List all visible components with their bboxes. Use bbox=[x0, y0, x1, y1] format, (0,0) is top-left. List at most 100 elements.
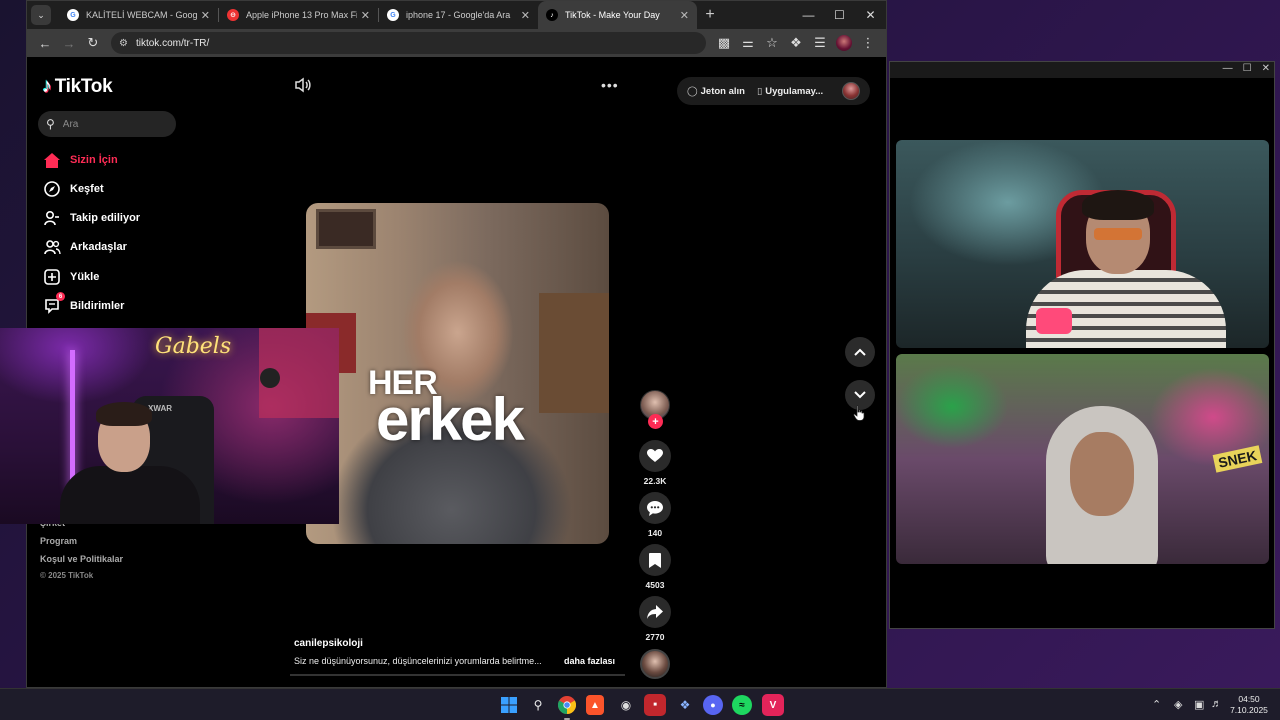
clock-time: 04:50 bbox=[1238, 694, 1260, 704]
comment-icon bbox=[647, 500, 663, 516]
notifications-icon: 6 bbox=[43, 292, 65, 315]
search-icon[interactable]: ⚲ bbox=[527, 694, 549, 716]
window-controls: — ☐ ✕ bbox=[1223, 63, 1270, 74]
nav-following[interactable]: Takip ediliyor bbox=[43, 209, 140, 227]
neon-sign: Gabels bbox=[155, 334, 232, 359]
close-window-icon[interactable]: ✕ bbox=[855, 1, 886, 29]
close-icon[interactable]: ✕ bbox=[521, 9, 530, 22]
like-button[interactable] bbox=[639, 440, 671, 472]
valorant-icon[interactable]: V bbox=[762, 694, 784, 716]
volume-icon[interactable]: ♬ bbox=[1211, 698, 1222, 710]
speaker-icon bbox=[295, 77, 311, 93]
brave-icon[interactable]: ▲ bbox=[586, 695, 604, 715]
notification-badge: 6 bbox=[56, 292, 65, 301]
video-author[interactable]: canilepsikoloji bbox=[294, 638, 363, 649]
nav-label: Yükle bbox=[70, 271, 100, 283]
minimize-icon[interactable]: — bbox=[793, 1, 824, 29]
streamer-body bbox=[60, 466, 200, 524]
app-icon-red[interactable]: ■ bbox=[644, 694, 666, 716]
display-icon[interactable]: ▣ bbox=[1194, 698, 1204, 711]
webcam-overlay-left: Gabels XWAR bbox=[0, 328, 339, 524]
spotify-icon[interactable]: ≈ bbox=[732, 695, 752, 715]
tab-strip: ⌄ G KALİTELİ WEBCAM - Google'da Ara ✕ ⊖ … bbox=[27, 1, 886, 29]
tab-2[interactable]: G iphone 17 - Google'da Ara ✕ bbox=[379, 1, 538, 29]
phone-icon: ▯ bbox=[756, 85, 763, 97]
nav-notifications[interactable]: 6 Bildirimler bbox=[43, 292, 125, 315]
network-app-icon[interactable]: ❖ bbox=[674, 694, 696, 716]
toolbar-actions: ▩ ⚌ ☆ ❖ ☰ ⋮ bbox=[712, 31, 880, 55]
bookmark-star-icon[interactable]: ☆ bbox=[760, 31, 784, 55]
nav-label: Bildirimler bbox=[70, 300, 125, 312]
tab-title: TikTok - Make Your Day bbox=[565, 10, 660, 20]
heart-icon bbox=[647, 449, 663, 462]
profile-avatar[interactable] bbox=[836, 35, 852, 51]
minimize-icon[interactable]: — bbox=[1223, 63, 1233, 74]
back-icon[interactable]: ← bbox=[33, 31, 57, 55]
clock[interactable]: 04:50 7.10.2025 bbox=[1224, 694, 1274, 716]
more-options-icon[interactable]: ••• bbox=[601, 77, 619, 93]
new-tab-button[interactable]: + bbox=[697, 6, 723, 24]
translate-icon[interactable]: ⚌ bbox=[736, 31, 760, 55]
video-player[interactable]: HER erkek bbox=[306, 203, 609, 544]
comment-button[interactable] bbox=[639, 492, 671, 524]
maximize-icon[interactable]: ☐ bbox=[1243, 63, 1252, 74]
menu-kebab-icon[interactable]: ⋮ bbox=[856, 31, 880, 55]
maximize-icon[interactable]: ☐ bbox=[824, 1, 855, 29]
music-disc[interactable] bbox=[640, 649, 670, 679]
microphone-icon[interactable]: ◈ bbox=[1174, 698, 1182, 711]
tiktok-note-icon: ♪ bbox=[42, 75, 52, 97]
close-icon[interactable]: ✕ bbox=[201, 9, 210, 22]
footer-link-policies[interactable]: Koşul ve Politikalar bbox=[40, 554, 123, 564]
reload-icon[interactable]: ↻ bbox=[81, 31, 105, 55]
tab-3-active[interactable]: ♪ TikTok - Make Your Day ✕ bbox=[538, 1, 697, 29]
chrome-icon[interactable] bbox=[556, 694, 578, 720]
close-window-icon[interactable]: ✕ bbox=[1262, 63, 1270, 74]
nav-friends[interactable]: Arkadaşlar bbox=[43, 238, 127, 256]
share-button[interactable] bbox=[639, 596, 671, 628]
streamer-face bbox=[1070, 432, 1134, 516]
see-more-link[interactable]: daha fazlası bbox=[564, 656, 615, 666]
extensions-icon[interactable]: ❖ bbox=[784, 31, 808, 55]
sound-button[interactable] bbox=[294, 77, 312, 93]
tab-search-button[interactable]: ⌄ bbox=[31, 5, 51, 25]
previous-video-button[interactable] bbox=[845, 337, 875, 367]
following-icon bbox=[43, 209, 61, 227]
home-icon bbox=[43, 151, 61, 169]
search-input[interactable] bbox=[62, 118, 163, 130]
bookmark-icon bbox=[649, 552, 661, 568]
address-bar[interactable]: ⚙ tiktok.com/tr-TR/ bbox=[111, 32, 706, 54]
discord-icon[interactable]: ● bbox=[703, 695, 723, 715]
forward-icon[interactable]: → bbox=[57, 31, 81, 55]
save-button[interactable] bbox=[639, 544, 671, 576]
neon-light-bar bbox=[70, 350, 75, 490]
obs-icon[interactable]: ◉ bbox=[615, 694, 637, 716]
tiktok-logo[interactable]: ♪ TikTok bbox=[42, 75, 113, 98]
media-controls-icon[interactable]: ☰ bbox=[808, 31, 832, 55]
streamer-hair bbox=[96, 402, 152, 426]
clock-date: 7.10.2025 bbox=[1230, 705, 1268, 715]
site-info-icon[interactable]: ⚙ bbox=[119, 38, 128, 49]
install-app-icon[interactable]: ▩ bbox=[712, 31, 736, 55]
plus-icon: + bbox=[705, 6, 715, 23]
close-icon[interactable]: ✕ bbox=[680, 9, 689, 22]
footer-link-program[interactable]: Program bbox=[40, 536, 77, 546]
nav-explore[interactable]: Keşfet bbox=[43, 180, 104, 198]
logo-text: TikTok bbox=[54, 75, 113, 97]
close-icon[interactable]: ✕ bbox=[361, 9, 370, 22]
follow-plus-icon[interactable]: + bbox=[648, 414, 663, 429]
search-box[interactable]: ⚲ bbox=[38, 111, 176, 137]
user-avatar[interactable] bbox=[842, 82, 860, 100]
tab-0[interactable]: G KALİTELİ WEBCAM - Google'da Ara ✕ bbox=[59, 1, 218, 29]
tab-title: KALİTELİ WEBCAM - Google'da Ara bbox=[86, 10, 197, 20]
start-button[interactable] bbox=[498, 694, 520, 716]
get-coins-button[interactable]: Jeton alın bbox=[701, 86, 745, 97]
tab-1[interactable]: ⊖ Apple iPhone 13 Pro Max Fiyatı ✕ bbox=[219, 1, 378, 29]
chevron-up-icon[interactable]: ⌃ bbox=[1152, 698, 1161, 711]
background-lamp bbox=[260, 368, 280, 388]
nav-for-you[interactable]: Sizin İçin bbox=[43, 151, 118, 169]
nav-upload[interactable]: Yükle bbox=[43, 268, 99, 286]
get-app-button[interactable]: Uygulamay... bbox=[765, 86, 823, 97]
video-progress-bar[interactable] bbox=[290, 674, 625, 676]
tab-title: Apple iPhone 13 Pro Max Fiyatı bbox=[246, 10, 357, 20]
header-actions: ◯ Jeton alın ▯ Uygulamay... bbox=[677, 77, 870, 105]
